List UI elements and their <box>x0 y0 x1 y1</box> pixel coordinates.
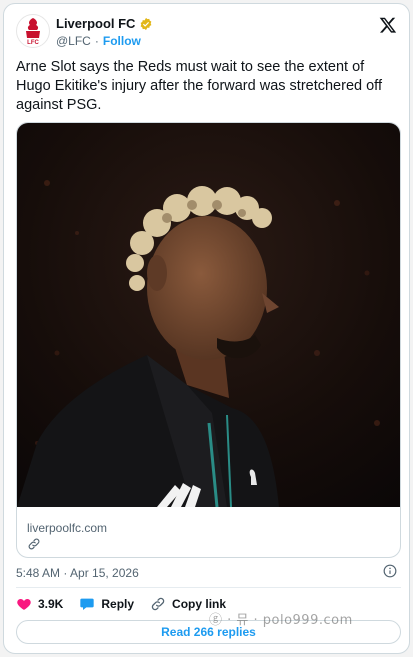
avatar-crest-text: LFC <box>27 40 39 46</box>
copy-link-label: Copy link <box>172 597 227 611</box>
handle[interactable]: @LFC <box>56 34 91 48</box>
copy-link-button[interactable]: Copy link <box>150 596 226 612</box>
tweet-header: LFC Liverpool FC @LFC · Follow <box>4 4 409 54</box>
link-preview-card[interactable]: liverpoolfc.com <box>16 122 401 558</box>
read-replies-button[interactable]: Read 266 replies <box>16 620 401 644</box>
link-domain[interactable]: liverpoolfc.com <box>27 521 107 535</box>
separator-dot: · <box>94 34 99 48</box>
divider <box>16 587 401 588</box>
link-icon <box>28 538 40 550</box>
info-icon[interactable] <box>383 564 397 578</box>
verified-badge-icon <box>141 17 152 30</box>
name-row: Liverpool FC <box>56 16 153 31</box>
action-bar: 3.9K Reply Copy link <box>16 594 226 614</box>
x-logo-icon[interactable] <box>379 16 397 34</box>
follow-button[interactable]: Follow <box>103 34 141 48</box>
reply-bubble-icon <box>80 598 95 610</box>
like-count: 3.9K <box>38 597 64 611</box>
avatar[interactable]: LFC <box>16 14 50 48</box>
like-button[interactable]: 3.9K <box>16 596 63 612</box>
heart-icon <box>17 599 31 610</box>
tweet-text: Arne Slot says the Reds must wait to see… <box>16 59 382 113</box>
reply-button[interactable]: Reply <box>79 596 134 612</box>
article-photo[interactable] <box>17 123 401 507</box>
display-name[interactable]: Liverpool FC <box>56 16 135 31</box>
tweet-card: LFC Liverpool FC @LFC · Follow Arne Slot… <box>3 3 410 654</box>
copy-link-icon <box>151 597 165 611</box>
handle-row: @LFC · Follow <box>56 34 141 48</box>
reply-label: Reply <box>101 597 135 611</box>
lfc-crest-icon: LFC <box>26 18 40 46</box>
timestamp[interactable]: 5:48 AM · Apr 15, 2026 <box>16 566 139 580</box>
